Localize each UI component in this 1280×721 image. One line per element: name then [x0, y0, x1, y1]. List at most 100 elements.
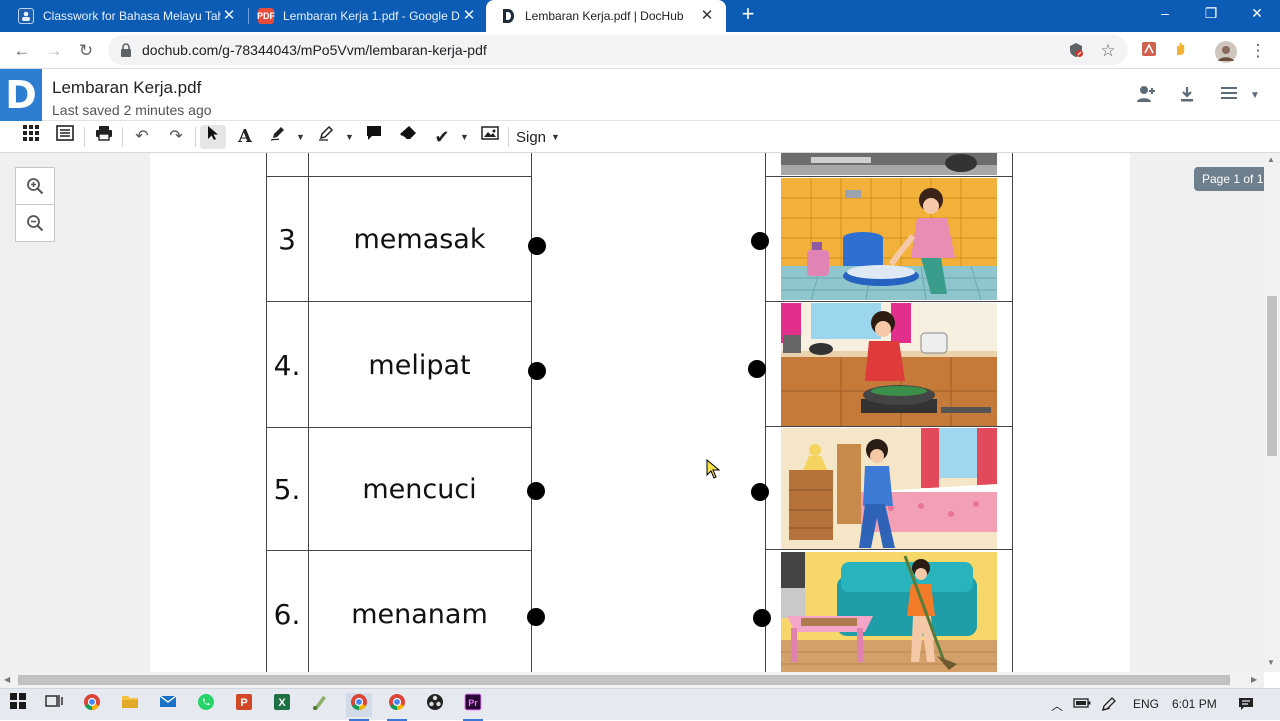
notifications-icon[interactable]	[1238, 697, 1254, 714]
mail-icon[interactable]	[155, 693, 181, 717]
blocked-content-icon[interactable]	[1067, 42, 1085, 60]
windows-taskbar: P X Pr ︿ ENG 6:01 PM	[0, 688, 1280, 721]
profile-avatar[interactable]	[1215, 41, 1237, 63]
pages-panel-icon[interactable]	[52, 125, 78, 149]
tab-google-drive[interactable]: PDF Lembaran Kerja 1.pdf - Google D ✕	[240, 0, 488, 32]
match-dot-left[interactable]	[528, 237, 546, 255]
reload-icon[interactable]: ↻	[74, 39, 98, 63]
vertical-scroll-thumb[interactable]	[1267, 296, 1277, 456]
new-tab-button[interactable]: +	[737, 3, 759, 26]
toolbar-divider	[508, 127, 509, 147]
highlighter-icon[interactable]	[313, 125, 339, 149]
obs-icon[interactable]	[422, 693, 448, 717]
apps-grid-icon[interactable]	[18, 125, 44, 149]
hamburger-menu-icon[interactable]	[1218, 85, 1240, 107]
sign-menu-button[interactable]: Sign	[516, 129, 546, 146]
row-divider	[266, 550, 532, 551]
battery-icon[interactable]	[1073, 697, 1091, 712]
match-dot-right[interactable]	[753, 609, 771, 627]
document-title[interactable]: Lembaran Kerja.pdf	[52, 78, 201, 98]
tab-close-icon[interactable]: ✕	[220, 7, 238, 25]
text-tool-icon[interactable]: A	[232, 125, 258, 149]
scroll-right-arrow-icon[interactable]: ▶	[1251, 675, 1257, 684]
powerpoint-icon[interactable]: P	[231, 693, 257, 717]
dochub-icon	[500, 8, 516, 24]
draw-pen-icon[interactable]	[265, 125, 291, 149]
toolbar-divider	[122, 127, 123, 147]
save-status: Last saved 2 minutes ago	[52, 102, 212, 118]
tab-dochub[interactable]: Lembaran Kerja.pdf | DocHub ✕	[486, 0, 726, 32]
close-window-button[interactable]: ✕	[1234, 0, 1280, 30]
browser-menu-icon[interactable]: ⋮	[1246, 39, 1270, 63]
row-divider	[765, 301, 1013, 302]
match-dot-left[interactable]	[528, 362, 546, 380]
chrome-taskbar-icon[interactable]	[79, 693, 105, 717]
minimize-button[interactable]: –	[1142, 0, 1188, 30]
tab-close-icon[interactable]: ✕	[460, 7, 478, 25]
match-dot-right[interactable]	[751, 483, 769, 501]
match-dot-left[interactable]	[527, 482, 545, 500]
premiere-icon[interactable]: Pr	[460, 693, 486, 721]
row-divider	[266, 427, 532, 428]
horizontal-scrollbar[interactable]: ◀ ▶	[0, 672, 1264, 688]
print-icon[interactable]	[91, 125, 117, 149]
forward-arrow-icon[interactable]: →	[42, 39, 66, 63]
document-workspace: 3 memasak 4. melipat 5. mencuci 6. menan…	[0, 153, 1280, 672]
toolbar-divider	[195, 127, 196, 147]
pen-tray-icon[interactable]	[1101, 697, 1117, 714]
picture-border-left	[765, 153, 766, 672]
chrome-profile-taskbar-icon[interactable]	[384, 693, 410, 721]
download-icon[interactable]	[1176, 85, 1198, 107]
chrome-active-taskbar-icon[interactable]	[346, 693, 372, 721]
clock-time[interactable]: 6:01 PM	[1172, 697, 1217, 711]
back-arrow-icon[interactable]: ←	[10, 39, 34, 63]
row-divider	[765, 176, 1013, 177]
task-view-icon[interactable]	[41, 693, 67, 717]
cooking-picture	[781, 303, 997, 426]
whatsapp-icon[interactable]	[193, 693, 219, 717]
vertical-scrollbar[interactable]: ▲ ▼	[1264, 153, 1280, 672]
restore-button[interactable]: ❐	[1188, 0, 1234, 30]
undo-icon[interactable]: ↶	[129, 125, 155, 149]
scroll-left-arrow-icon[interactable]: ◀	[4, 675, 10, 684]
eraser-icon[interactable]	[395, 125, 421, 149]
file-explorer-icon[interactable]	[117, 693, 143, 717]
match-dot-right[interactable]	[751, 232, 769, 250]
menu-caret-icon[interactable]: ▼	[1244, 85, 1266, 107]
windows-start-icon[interactable]	[5, 693, 31, 717]
scroll-up-arrow-icon[interactable]: ▲	[1267, 155, 1275, 164]
match-dot-right[interactable]	[748, 360, 766, 378]
folding-blanket-picture	[781, 428, 997, 549]
tab-classwork[interactable]: Classwork for Bahasa Melayu Tah ✕	[0, 0, 248, 32]
image-icon[interactable]	[477, 125, 503, 149]
table-border-right	[531, 153, 532, 672]
browser-tab-strip: Classwork for Bahasa Melayu Tah ✕ PDF Le…	[0, 0, 1280, 32]
zoom-out-icon[interactable]	[15, 204, 55, 242]
kitchen-stove-picture-partial	[781, 153, 997, 175]
highlighter-dropdown-caret-icon[interactable]: ▼	[345, 125, 355, 149]
checkmark-dropdown-caret-icon[interactable]: ▼	[460, 125, 470, 149]
hand-extension-icon[interactable]	[1170, 41, 1190, 61]
scroll-down-arrow-icon[interactable]: ▼	[1267, 658, 1275, 667]
svg-text:Pr: Pr	[468, 698, 478, 708]
checkmark-icon[interactable]: ✔	[429, 125, 455, 149]
zoom-in-icon[interactable]	[15, 167, 55, 205]
comment-icon[interactable]	[361, 125, 387, 149]
redo-icon[interactable]: ↷	[163, 125, 189, 149]
match-dot-left[interactable]	[527, 608, 545, 626]
sign-dropdown-caret-icon[interactable]: ▼	[551, 125, 561, 149]
select-pointer-icon[interactable]	[200, 125, 226, 149]
paint-app-icon[interactable]	[307, 693, 333, 717]
add-user-icon[interactable]	[1135, 85, 1157, 107]
dochub-logo[interactable]: D	[0, 69, 42, 121]
tab-close-icon[interactable]: ✕	[698, 7, 716, 25]
address-bar[interactable]: dochub.com/g-78344043/mPo5Vvm/lembaran-k…	[108, 35, 1128, 65]
row-word: mencuci	[362, 474, 477, 505]
tray-expand-icon[interactable]: ︿	[1051, 697, 1063, 714]
pen-dropdown-caret-icon[interactable]: ▼	[296, 125, 306, 149]
language-indicator[interactable]: ENG	[1133, 697, 1159, 711]
pdf-extension-icon[interactable]	[1139, 41, 1159, 61]
horizontal-scroll-thumb[interactable]	[18, 675, 1230, 685]
excel-icon[interactable]: X	[269, 693, 295, 717]
bookmark-star-icon[interactable]: ☆	[1099, 42, 1117, 60]
